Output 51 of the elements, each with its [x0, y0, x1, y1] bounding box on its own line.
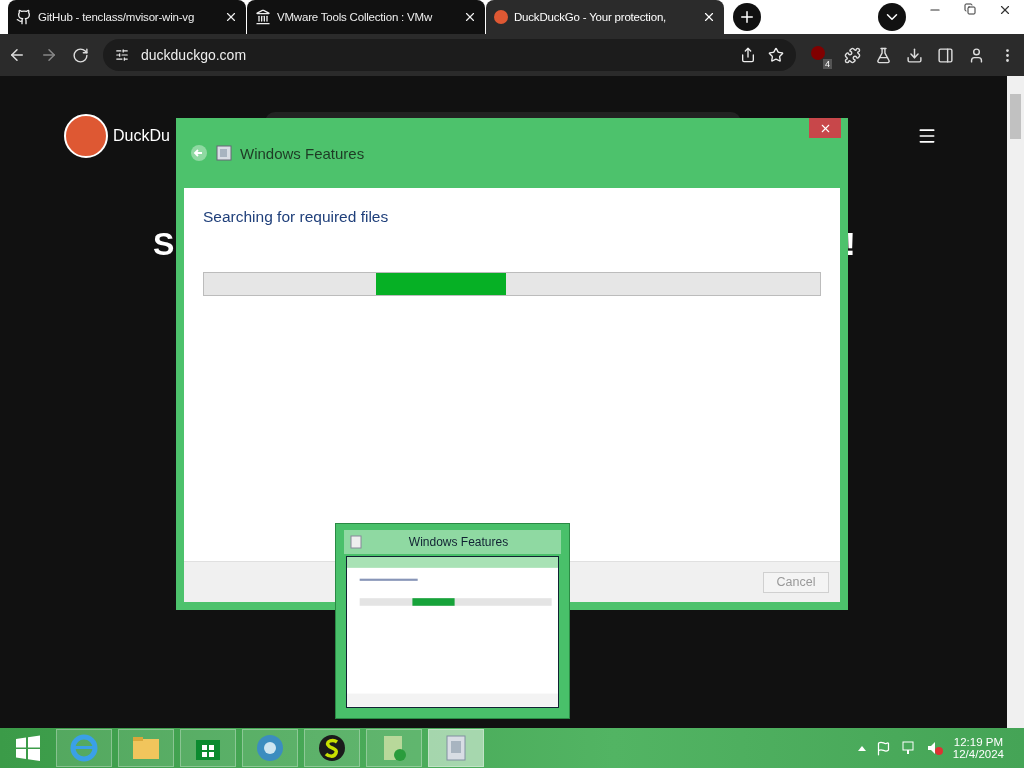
- show-hidden-icons-icon[interactable]: [857, 745, 866, 751]
- building-icon: [255, 9, 271, 25]
- close-icon[interactable]: [998, 3, 1012, 17]
- back-icon[interactable]: [8, 46, 26, 64]
- new-tab-button[interactable]: [733, 3, 761, 31]
- forward-icon[interactable]: [40, 46, 58, 64]
- window-features-icon: [350, 535, 362, 550]
- close-icon[interactable]: [463, 10, 477, 24]
- status-text: Searching for required files: [203, 208, 390, 226]
- duck-icon: [494, 10, 508, 24]
- clock-date: 12/4/2024: [952, 748, 1004, 760]
- browser-icon: [69, 733, 99, 763]
- window-features-icon: [216, 145, 232, 161]
- close-icon[interactable]: [702, 10, 716, 24]
- reload-icon[interactable]: [72, 46, 89, 64]
- taskbar-app[interactable]: [304, 729, 360, 767]
- window-thumbnail[interactable]: Windows Features: [335, 523, 570, 719]
- muted-speaker-icon[interactable]: [926, 740, 943, 756]
- profile-icon[interactable]: [968, 46, 985, 64]
- address-text: duckduckgo.com: [141, 47, 248, 63]
- thumbnail-title: Windows Features: [407, 535, 510, 550]
- clock-time: 12:19 PM: [953, 736, 1004, 748]
- side-panel-icon[interactable]: [937, 46, 954, 64]
- headline: S: [153, 226, 175, 263]
- folder-icon: [131, 735, 161, 761]
- window-title: Windows Features: [240, 144, 365, 162]
- download-icon[interactable]: [906, 46, 923, 64]
- duck-logo: [64, 114, 108, 158]
- brand-name: DuckDu: [113, 127, 170, 145]
- plus-icon: [738, 8, 756, 26]
- close-icon[interactable]: [224, 10, 238, 24]
- share-icon[interactable]: [740, 47, 756, 63]
- address-bar[interactable]: duckduckgo.com: [103, 39, 796, 71]
- letter-s-icon: [317, 733, 347, 763]
- browser-tab[interactable]: GitHub - tenclass/mvisor-win-vg: [8, 0, 246, 34]
- close-button[interactable]: [809, 118, 841, 138]
- browser-tab[interactable]: VMware Tools Collection : VMw: [247, 0, 485, 34]
- bookmark-star-icon[interactable]: [768, 47, 784, 63]
- cat-icon: [16, 9, 32, 25]
- tab-search-button[interactable]: [878, 3, 906, 31]
- flask-icon[interactable]: [875, 46, 892, 64]
- menu-icon[interactable]: [917, 126, 937, 146]
- site-settings-icon[interactable]: [115, 48, 129, 62]
- flag-icon[interactable]: [875, 740, 891, 756]
- extensions-icon[interactable]: [844, 46, 861, 64]
- headline: !: [845, 226, 856, 263]
- windows-start-icon[interactable]: [15, 735, 41, 761]
- browser-tab[interactable]: DuckDuckGo - Your protection,: [486, 0, 724, 34]
- network-icon[interactable]: [900, 740, 917, 756]
- globe-icon: [255, 733, 285, 763]
- restore-icon[interactable]: [964, 3, 976, 15]
